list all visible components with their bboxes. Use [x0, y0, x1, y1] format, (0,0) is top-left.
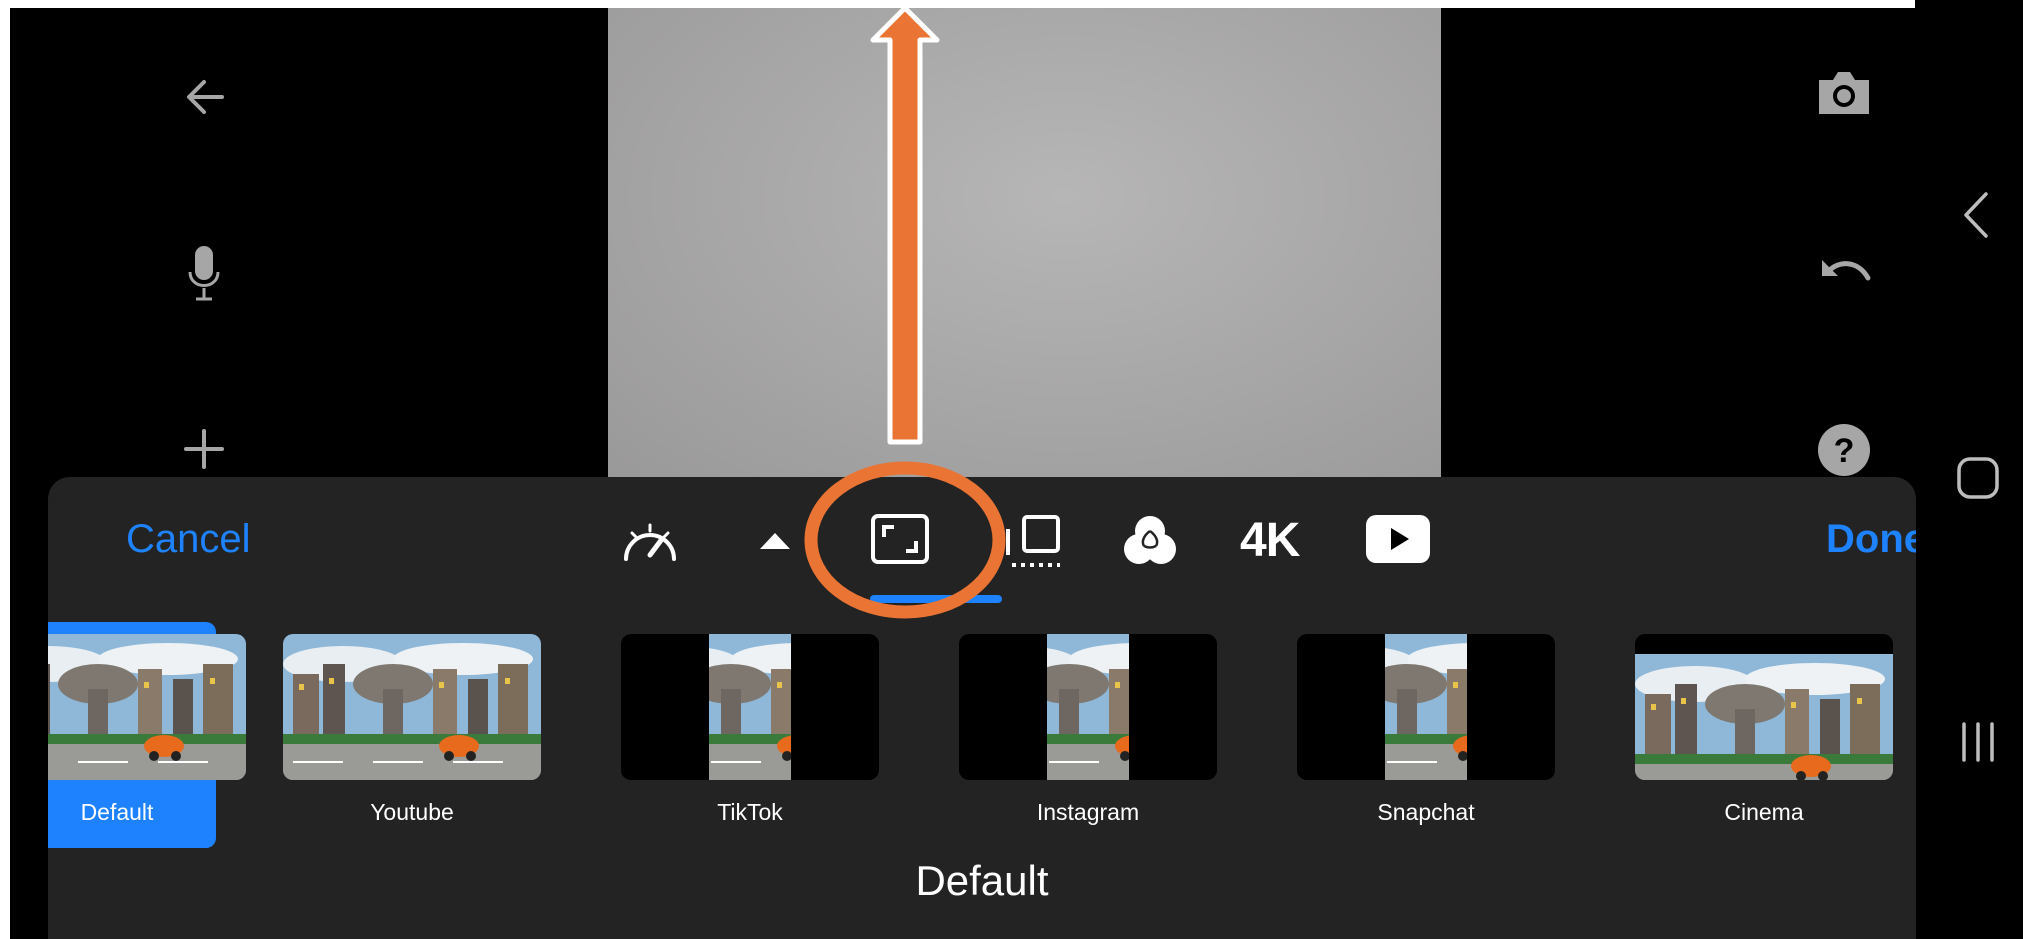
youtube-play-icon[interactable]	[1366, 515, 1430, 563]
screen-border-left	[0, 0, 10, 939]
project-settings-panel: Cancel Done 4K Default Youtube TikTok Insta…	[48, 477, 1916, 939]
undo-icon[interactable]	[1814, 252, 1874, 288]
preset-thumbnail-youtube[interactable]	[283, 634, 541, 780]
city-scene-image	[1047, 634, 1129, 780]
preset-thumbnail-tiktok[interactable]	[621, 634, 879, 780]
preset-label-tiktok: TikTok	[717, 799, 783, 825]
preset-label-instagram: Instagram	[1036, 799, 1140, 825]
preset-label-snapchat: Snapchat	[1377, 799, 1475, 825]
screen-border-top	[0, 0, 2023, 8]
plus-icon[interactable]	[183, 428, 225, 470]
frame-icon[interactable]	[1004, 515, 1064, 569]
nav-home-icon[interactable]	[1956, 456, 2000, 500]
city-scene-image	[709, 634, 791, 780]
preset-label-youtube: Youtube	[370, 799, 454, 825]
microphone-icon[interactable]	[186, 244, 222, 302]
city-scene-image	[48, 634, 246, 780]
resolution-4k-button[interactable]: 4K	[1240, 513, 1300, 568]
help-icon[interactable]: ?	[1816, 422, 1872, 478]
aspect-ratio-icon[interactable]	[870, 513, 930, 565]
cancel-button[interactable]: Cancel	[126, 517, 251, 562]
city-scene-image	[283, 634, 541, 780]
preset-thumbnail-snapchat[interactable]	[1297, 634, 1555, 780]
collapse-caret-icon[interactable]	[758, 531, 792, 551]
speed-icon[interactable]	[620, 515, 680, 565]
video-preview[interactable]	[608, 8, 1441, 478]
preset-thumbnail-instagram[interactable]	[959, 634, 1217, 780]
nav-back-icon[interactable]	[1960, 190, 1990, 240]
preset-thumbnail-default[interactable]	[48, 634, 246, 780]
active-tab-indicator	[870, 595, 1002, 603]
svg-text:?: ?	[1834, 432, 1855, 470]
back-arrow-icon[interactable]	[180, 72, 230, 122]
nav-recents-icon[interactable]	[1956, 720, 2000, 764]
done-button[interactable]: Done	[1826, 517, 1916, 562]
city-scene-image	[1385, 634, 1467, 780]
preset-label-cinema: Cinema	[1724, 799, 1804, 825]
preset-thumbnail-cinema[interactable]	[1635, 634, 1893, 780]
color-filter-icon[interactable]	[1122, 513, 1178, 567]
city-scene-image	[1635, 654, 1893, 780]
camera-icon[interactable]	[1815, 68, 1873, 118]
preset-label-default: Default	[80, 799, 154, 825]
current-preset-label: Default	[915, 857, 1049, 904]
